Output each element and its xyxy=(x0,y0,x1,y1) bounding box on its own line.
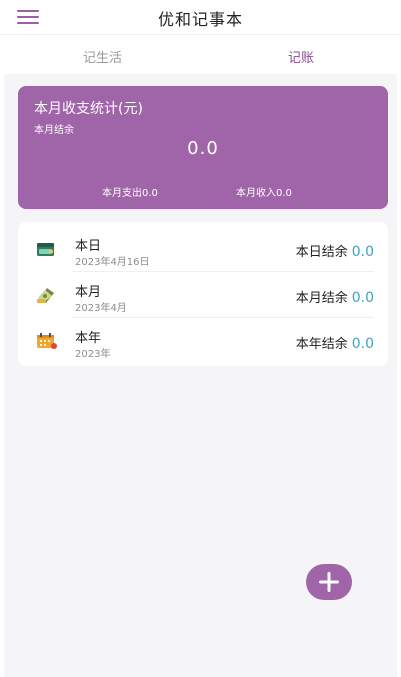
app-root: 优和记事本 记生活 记账 本月收支统计(元) 本月结余 0.0 本月支出0.0 … xyxy=(0,0,401,677)
row-balance-value: 0.0 xyxy=(351,290,374,306)
monthly-balance-value: 0.0 xyxy=(187,138,219,159)
wallet-icon xyxy=(36,240,56,258)
row-date: 2023年4月16日 xyxy=(75,257,150,268)
app-title: 优和记事本 xyxy=(157,10,243,29)
row-balance: 本日结余 0.0 xyxy=(296,241,374,260)
tab-bar: 记生活 记账 xyxy=(0,34,401,74)
stats-subtitle: 本月结余 xyxy=(34,125,74,136)
row-balance: 本月结余 0.0 xyxy=(296,287,374,306)
row-balance: 本年结余 0.0 xyxy=(296,333,374,352)
row-date: 2023年4月 xyxy=(75,303,127,314)
row-name: 本月 xyxy=(75,285,102,300)
row-balance-value: 0.0 xyxy=(351,244,374,260)
period-summary-list: 本日 2023年4月16日 本日结余 0.0 本月 2023年4月 本月结余 0.0 xyxy=(18,222,388,366)
row-balance-label: 本月结余 xyxy=(295,291,348,306)
list-item-month[interactable]: 本月 2023年4月 本月结余 0.0 xyxy=(18,272,388,318)
stats-title: 本月收支统计(元) xyxy=(34,101,143,117)
tab-accounting[interactable]: 记账 xyxy=(288,47,314,66)
row-name: 本年 xyxy=(75,331,102,346)
calendar-icon xyxy=(36,332,57,350)
monthly-expense: 本月支出0.0 xyxy=(102,188,158,199)
plus-icon xyxy=(319,572,339,592)
tab-life[interactable]: 记生活 xyxy=(83,47,122,66)
monthly-stats-card: 本月收支统计(元) 本月结余 0.0 本月支出0.0 本月收入0.0 xyxy=(18,86,388,209)
row-balance-label: 本日结余 xyxy=(295,245,348,260)
list-item-year[interactable]: 本年 2023年 本年结余 0.0 xyxy=(18,318,388,364)
main-content: 本月收支统计(元) 本月结余 0.0 本月支出0.0 本月收入0.0 本日 20… xyxy=(4,74,397,677)
row-balance-label: 本年结余 xyxy=(295,337,348,352)
monthly-income: 本月收入0.0 xyxy=(236,188,292,199)
money-notes-icon xyxy=(36,286,56,304)
add-record-button[interactable] xyxy=(306,564,352,600)
app-header: 优和记事本 xyxy=(0,0,401,34)
row-balance-value: 0.0 xyxy=(351,336,374,352)
list-item-today[interactable]: 本日 2023年4月16日 本日结余 0.0 xyxy=(18,226,388,272)
row-name: 本日 xyxy=(75,239,102,254)
row-date: 2023年 xyxy=(75,349,111,360)
